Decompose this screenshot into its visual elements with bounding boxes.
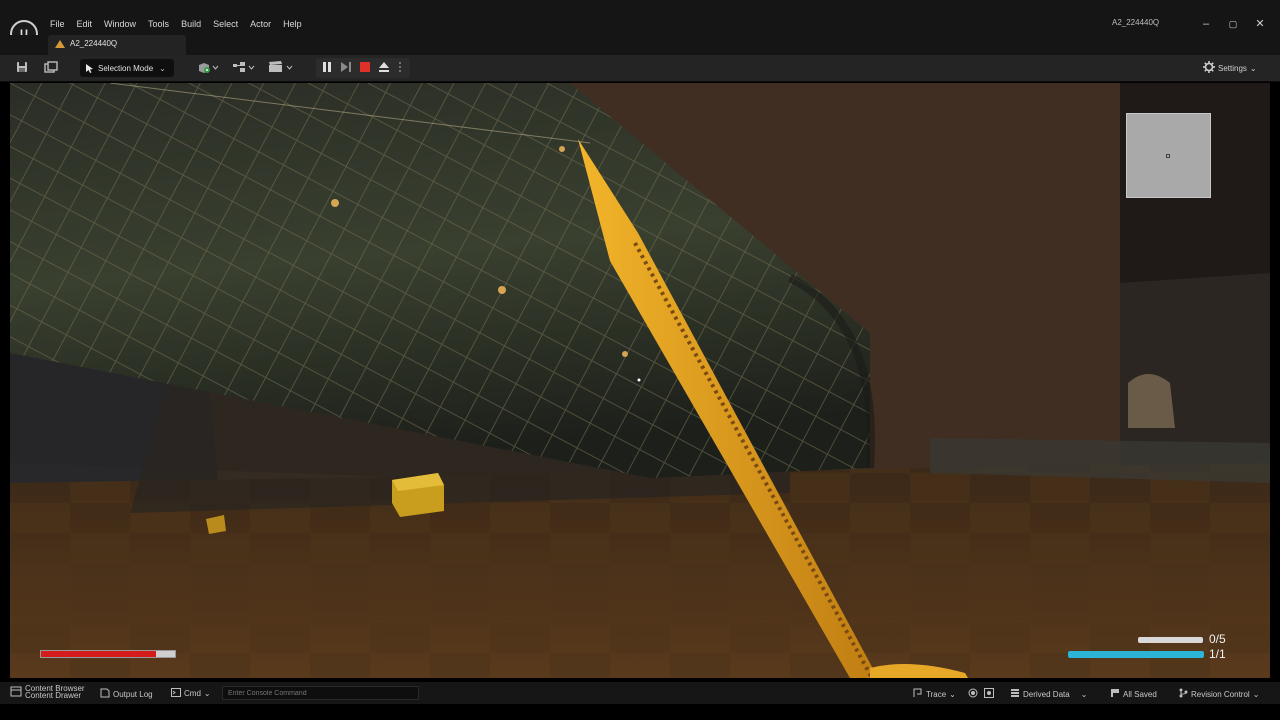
minimap	[1126, 113, 1211, 198]
output-log-button[interactable]: Output Log	[100, 688, 153, 700]
level-icon	[55, 40, 65, 48]
source-control-icon	[1110, 688, 1120, 700]
derived-data-icon	[1010, 688, 1020, 700]
cmd-dropdown[interactable]: Cmd ⌄	[171, 688, 211, 699]
cmd-label: Cmd	[184, 689, 201, 698]
main-toolbar: Selection Mode ⌄ Settings ⌄	[0, 55, 1280, 82]
screenshot-icon[interactable]	[984, 688, 994, 698]
all-saved-button[interactable]: All Saved	[1110, 688, 1157, 700]
ammo-bar	[1138, 637, 1204, 643]
menu-help[interactable]: Help	[277, 17, 308, 31]
mana-bar	[1068, 651, 1204, 658]
content-drawer-button[interactable]: Content Browser Content Drawer	[10, 685, 85, 700]
menu-build[interactable]: Build	[175, 17, 207, 31]
trace-label: Trace	[926, 689, 947, 699]
record-icon[interactable]	[968, 688, 978, 698]
console-command-input[interactable]	[222, 686, 419, 700]
chevron-down-icon: ⌄	[1249, 63, 1257, 73]
chevron-down-icon: ⌄	[1252, 689, 1260, 699]
window-title: A2_224440Q	[1112, 18, 1160, 27]
mana-fill	[1068, 651, 1204, 658]
menu-file[interactable]: File	[44, 17, 71, 31]
game-scene	[10, 83, 1270, 678]
selection-mode-dropdown[interactable]: Selection Mode ⌄	[80, 59, 174, 77]
menu-bar: File Edit Window Tools Build Select Acto…	[44, 17, 308, 31]
more-options-icon[interactable]	[396, 61, 404, 75]
crosshair	[637, 378, 641, 382]
selection-mode-label: Selection Mode	[98, 63, 154, 73]
cursor-icon	[85, 63, 94, 73]
chevron-down-icon: ⌄	[949, 689, 956, 699]
chevron-down-icon: ⌄	[159, 63, 166, 73]
player-marker-icon	[1166, 154, 1170, 158]
menu-tools[interactable]: Tools	[142, 17, 175, 31]
mana-count: 1/1	[1209, 647, 1226, 661]
menu-select[interactable]: Select	[207, 17, 244, 31]
menu-edit[interactable]: Edit	[71, 17, 99, 31]
revision-control-icon	[1178, 688, 1188, 700]
derived-data-label: Derived Data	[1023, 689, 1070, 699]
chevron-down-icon: ⌄	[203, 689, 211, 698]
ammo-count: 0/5	[1209, 632, 1226, 646]
level-viewport[interactable]	[10, 83, 1270, 678]
eject-icon[interactable]	[377, 61, 391, 75]
trace-icon	[913, 688, 923, 700]
settings-button[interactable]: Settings ⌄	[1203, 61, 1257, 75]
level-tab-label: A2_224440Q	[70, 39, 118, 48]
blueprint-icon[interactable]	[232, 61, 256, 75]
close-button[interactable]: ✕	[1253, 17, 1267, 31]
ammo-fill	[1138, 637, 1203, 643]
status-bar: Content Browser Content Drawer Output Lo…	[0, 682, 1280, 704]
level-tab[interactable]: A2_224440Q	[48, 35, 186, 55]
health-bar	[40, 650, 176, 658]
cinematics-icon[interactable]	[268, 61, 294, 75]
play-controls	[316, 58, 410, 78]
content-drawer-label: Content Drawer	[25, 691, 82, 700]
all-saved-label: All Saved	[1123, 689, 1157, 699]
minimize-button[interactable]: –	[1199, 17, 1213, 31]
revision-control-dropdown[interactable]: Revision Control ⌄	[1178, 688, 1259, 700]
add-actor-icon[interactable]	[196, 61, 220, 75]
tab-row	[0, 35, 1280, 55]
menu-actor[interactable]: Actor	[244, 17, 277, 31]
menu-window[interactable]: Window	[98, 17, 142, 31]
terminal-icon	[171, 688, 181, 699]
chevron-down-icon: ⌄	[1080, 689, 1088, 699]
settings-label: Settings	[1218, 63, 1247, 73]
health-fill	[41, 651, 157, 657]
advance-frame-icon[interactable]	[339, 61, 353, 75]
letterbox-bottom	[0, 704, 1280, 720]
output-log-label: Output Log	[113, 689, 153, 699]
derived-data-dropdown[interactable]: Derived Data ⌄	[1010, 688, 1087, 700]
revision-control-label: Revision Control	[1191, 689, 1250, 699]
output-log-icon	[100, 688, 110, 700]
content-drawer-icon	[10, 685, 22, 699]
save-icon[interactable]	[15, 61, 29, 75]
pause-icon[interactable]	[320, 61, 334, 75]
trace-dropdown[interactable]: Trace ⌄	[913, 688, 956, 700]
content-icon[interactable]	[44, 61, 58, 75]
stop-icon[interactable]	[358, 61, 372, 75]
settings-gear-icon	[1203, 61, 1215, 75]
maximize-button[interactable]: ▢	[1226, 17, 1240, 31]
distant-rock	[1128, 374, 1175, 428]
